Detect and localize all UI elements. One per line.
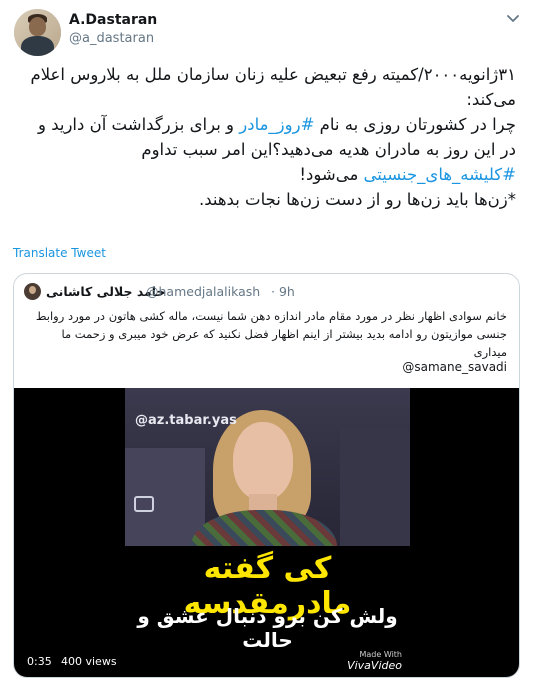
author-handle[interactable]: @a_dastaran bbox=[69, 31, 154, 46]
hashtag-link[interactable]: #روز_مادر bbox=[239, 115, 314, 134]
video-frame: @az.tabar.yas کی گفته مادرمقدسه ولش کن ب… bbox=[125, 388, 410, 677]
tweet-text-segment: می‌شود! bbox=[299, 165, 364, 184]
quoted-text: خانم سوادی اظهار نظر در مورد مقام مادر ا… bbox=[35, 309, 507, 359]
video-caption-sub: ولش کن برو دنبال عشق و حالت bbox=[137, 604, 398, 652]
quoted-avatar[interactable] bbox=[24, 283, 41, 300]
tweet-text-line: می‌کند: bbox=[16, 87, 516, 112]
tweet-text-segment: چرا در کشورتان روزی به نام bbox=[314, 115, 516, 134]
video-duration: 0:35 bbox=[22, 653, 57, 671]
video-player[interactable]: @az.tabar.yas کی گفته مادرمقدسه ولش کن ب… bbox=[14, 388, 519, 677]
tweet-text-segment: *زن‌ها باید زن‌ها رو از دست زن‌ها نجات ب… bbox=[198, 190, 516, 209]
quoted-author-handle: @hamedjalalikash bbox=[146, 284, 261, 299]
tweet: A.Dastaran @a_dastaran ۳۱ژانویه۲۰۰۰/کمیت… bbox=[0, 0, 533, 688]
tweet-text-line: #کلیشه_های_جنسیتی می‌شود! bbox=[16, 162, 516, 187]
video-views: 400 views bbox=[56, 653, 122, 671]
avatar[interactable] bbox=[14, 9, 61, 56]
translate-tweet-link[interactable]: Translate Tweet bbox=[13, 246, 106, 260]
vivavideo-brand: VivaVideo bbox=[347, 659, 402, 672]
tweet-text-segment: و برای بزرگداشت آن دارید و bbox=[38, 115, 240, 134]
tweet-text-line: *زن‌ها باید زن‌ها رو از دست زن‌ها نجات ب… bbox=[16, 187, 516, 212]
quoted-timestamp: · 9h bbox=[271, 284, 295, 299]
video-watermark: @az.tabar.yas bbox=[135, 413, 237, 428]
tweet-text-line: چرا در کشورتان روزی به نام #روز_مادر و ب… bbox=[16, 112, 516, 137]
tweet-text: ۳۱ژانویه۲۰۰۰/کمیته رفع تبعیض علیه زنان س… bbox=[16, 62, 516, 212]
made-with-label: Made With bbox=[359, 650, 402, 659]
tweet-text-line: ۳۱ژانویه۲۰۰۰/کمیته رفع تبعیض علیه زنان س… bbox=[16, 62, 516, 87]
tweet-text-segment: ۳۱ژانویه۲۰۰۰/کمیته رفع تبعیض علیه زنان س… bbox=[30, 65, 516, 84]
author-name[interactable]: A.Dastaran bbox=[69, 12, 157, 28]
hashtag-link[interactable]: #کلیشه_های_جنسیتی bbox=[364, 165, 516, 184]
quoted-mention[interactable]: @samane_savadi bbox=[402, 360, 507, 374]
chevron-down-icon[interactable] bbox=[503, 11, 523, 27]
tweet-text-line: در این روز به مادران هدیه می‌دهید؟این ام… bbox=[16, 137, 516, 162]
channel-logo-icon bbox=[134, 496, 154, 512]
tweet-text-segment: در این روز به مادران هدیه می‌دهید؟این ام… bbox=[141, 140, 516, 159]
quoted-tweet[interactable]: حامد جلالی کاشانی @hamedjalalikash · 9h … bbox=[13, 273, 520, 678]
tweet-text-segment: می‌کند: bbox=[466, 90, 516, 109]
